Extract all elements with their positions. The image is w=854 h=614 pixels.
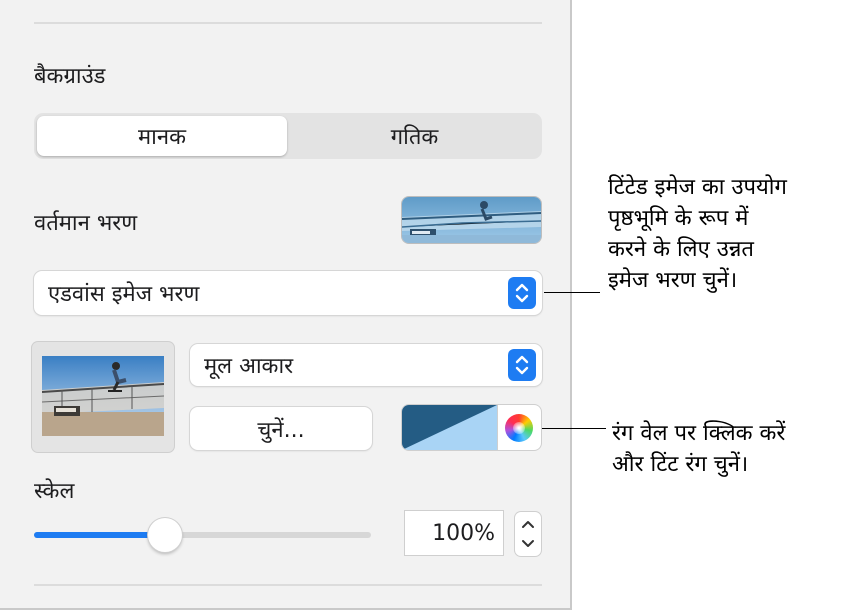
tint-color-swatch bbox=[402, 405, 497, 450]
color-callout: रंग वेल पर क्लिक करें और टिंट रंग चुनें। bbox=[612, 418, 785, 480]
fill-callout: टिंटेड इमेज का उपयोग पृष्ठभूमि के रूप मे… bbox=[608, 172, 787, 296]
scale-value-field[interactable]: 100% bbox=[404, 510, 504, 556]
callout-line: रंग वेल पर क्लिक करें bbox=[612, 421, 786, 446]
choose-image-button[interactable]: चुनें... bbox=[190, 407, 372, 450]
callout-line: इमेज भरण चुनें। bbox=[608, 268, 738, 293]
callout-line: पृष्ठभूमि के रूप में bbox=[608, 206, 749, 231]
fill-type-segmented-control: मानक गतिक bbox=[34, 113, 542, 159]
tab-dynamic[interactable]: गतिक bbox=[290, 116, 539, 156]
callout-line: टिंटेड इमेज का उपयोग bbox=[608, 175, 787, 200]
callout-line: करने के लिए उन्नत bbox=[608, 237, 754, 262]
scale-slider-fill bbox=[34, 532, 166, 538]
fill-callout-leader bbox=[544, 292, 600, 293]
scale-stepper[interactable] bbox=[515, 512, 541, 556]
scale-slider-knob[interactable] bbox=[148, 518, 183, 552]
top-divider bbox=[34, 22, 542, 24]
current-fill-image bbox=[402, 197, 541, 243]
skateboarder-image bbox=[42, 356, 164, 436]
image-size-popup-value: मूल आकार bbox=[204, 354, 294, 379]
tint-color-well[interactable] bbox=[402, 405, 541, 450]
current-fill-label: वर्तमान भरण bbox=[34, 211, 138, 236]
image-thumbnail-well[interactable] bbox=[32, 342, 174, 452]
popup-chevrons-icon bbox=[508, 277, 536, 309]
stepper-down-icon[interactable] bbox=[522, 540, 534, 547]
scale-slider[interactable] bbox=[34, 518, 371, 552]
stepper-up-icon[interactable] bbox=[522, 521, 534, 528]
callout-line: और टिंट रंग चुनें। bbox=[612, 452, 749, 477]
format-sidebar-panel: बैकग्राउंड मानक गतिक वर्तमान भरण एडवांस … bbox=[0, 0, 572, 610]
color-callout-leader bbox=[542, 428, 606, 429]
scale-label: स्केल bbox=[34, 479, 75, 504]
image-size-popup[interactable]: मूल आकार bbox=[190, 344, 542, 386]
fill-type-popup-value: एडवांस इमेज भरण bbox=[48, 282, 200, 307]
fill-type-popup[interactable]: एडवांस इमेज भरण bbox=[34, 271, 542, 315]
background-section-title: बैकग्राउंड bbox=[34, 64, 106, 89]
current-fill-preview[interactable] bbox=[402, 197, 541, 243]
tab-standard[interactable]: मानक bbox=[37, 116, 287, 156]
popup-chevrons-icon bbox=[508, 349, 536, 381]
bottom-divider bbox=[34, 584, 542, 586]
